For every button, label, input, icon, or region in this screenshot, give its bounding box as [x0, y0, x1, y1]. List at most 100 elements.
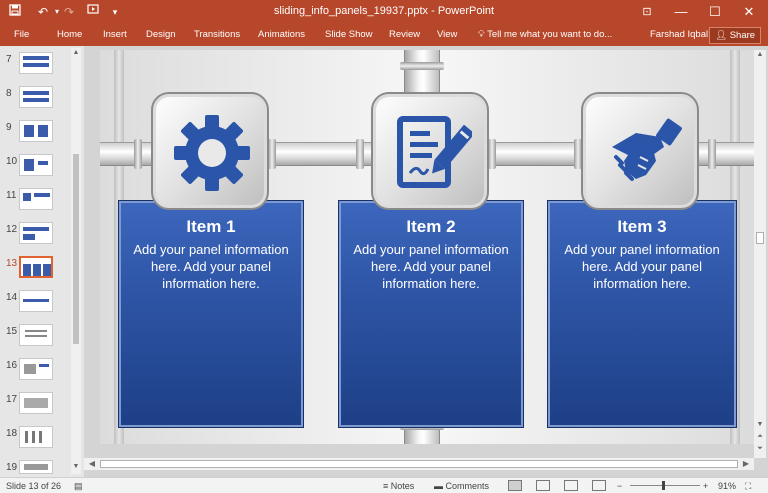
status-bar: Slide 13 of 26 ▤ ≡ Notes ▬ Comments − + …: [0, 477, 768, 493]
icon-box-1[interactable]: [151, 92, 269, 210]
thumbnail-number: 15: [6, 326, 18, 337]
zoom-slider[interactable]: [630, 485, 700, 486]
thumbnail-image: [19, 188, 53, 210]
tab-file[interactable]: File: [14, 29, 29, 40]
tab-animations[interactable]: Animations: [258, 29, 305, 40]
fit-slide-icon[interactable]: ⛶: [745, 481, 751, 492]
comments-label: Comments: [445, 481, 490, 491]
zoom-out-icon[interactable]: −: [617, 481, 622, 491]
thumbnail-slide-11[interactable]: 11: [0, 188, 70, 216]
scroll-down-icon[interactable]: ▼: [754, 420, 766, 430]
tab-design[interactable]: Design: [146, 29, 176, 40]
thumbnail-slide-10[interactable]: 10: [0, 154, 70, 182]
slide-editor-area: Item 1 Add your panel information here. …: [84, 46, 768, 477]
thumbnail-image: [19, 460, 53, 474]
ribbon-tabs: File Home Insert Design Transitions Anim…: [0, 24, 768, 46]
slide-vertical-scrollbar[interactable]: ▲ ▼ ⏶ ⏷: [754, 50, 766, 458]
thumbnail-number: 19: [6, 462, 18, 473]
maximize-icon[interactable]: ☐: [698, 0, 732, 24]
panel-text: Add your panel information here. Add you…: [564, 242, 720, 291]
panel-text: Add your panel information here. Add you…: [353, 242, 509, 291]
comments-button[interactable]: ▬ Comments: [434, 481, 489, 491]
thumbnail-image: [19, 392, 53, 414]
thumbnail-image: [19, 120, 53, 142]
tab-review[interactable]: Review: [389, 29, 420, 40]
reading-view-icon[interactable]: [564, 480, 578, 491]
tell-me-box[interactable]: 💡︎ Tell me what you want to do...: [478, 29, 612, 40]
thumbnail-slide-14[interactable]: 14: [0, 290, 70, 318]
title-bar: ↶ ▾ ↷ ▾ sliding_info_panels_19937.pptx -…: [0, 0, 768, 24]
user-name[interactable]: Farshad Iqbal: [650, 29, 708, 40]
thumbnail-scrollbar[interactable]: ▲ ▼: [71, 48, 81, 474]
thumbnail-slide-15[interactable]: 15: [0, 324, 70, 352]
thumbnail-slide-7[interactable]: 7: [0, 52, 70, 80]
scroll-down-icon[interactable]: ▼: [71, 462, 81, 472]
tab-insert[interactable]: Insert: [103, 29, 127, 40]
next-slide-icon[interactable]: ⏷: [754, 444, 766, 454]
slide-canvas[interactable]: Item 1 Add your panel information here. …: [100, 50, 754, 444]
close-icon[interactable]: ✕: [732, 0, 766, 24]
thumbnail-number: 11: [6, 190, 17, 201]
notes-label: Notes: [390, 481, 415, 491]
thumbnail-number: 10: [6, 156, 18, 167]
minimize-icon[interactable]: —: [664, 0, 698, 24]
thumbnail-slide-12[interactable]: 12: [0, 222, 70, 250]
thumbnail-number: 8: [6, 88, 12, 99]
thumbnail-number: 14: [6, 292, 18, 303]
slide-show-view-icon[interactable]: [592, 480, 606, 491]
normal-view-icon[interactable]: [508, 480, 522, 491]
previous-slide-icon[interactable]: ⏶: [754, 432, 766, 442]
slide-scroll-thumb[interactable]: [756, 232, 764, 244]
thumbnail-number: 16: [6, 360, 18, 371]
thumbnail-image: [19, 324, 53, 346]
thumbnail-slide-18[interactable]: 18: [0, 426, 70, 454]
pipe-joint: [356, 139, 364, 169]
pipe-joint: [400, 62, 444, 70]
horizontal-scroll-thumb[interactable]: [100, 460, 738, 468]
slide-counter[interactable]: Slide 13 of 26: [6, 481, 61, 491]
thumbnail-image: [19, 426, 53, 448]
scroll-left-icon[interactable]: ◀: [86, 458, 98, 470]
zoom-slider-thumb[interactable]: [662, 481, 665, 490]
scroll-up-icon[interactable]: ▲: [754, 50, 766, 60]
zoom-level[interactable]: 91%: [718, 481, 736, 491]
ribbon-display-options-icon[interactable]: ⊡: [630, 0, 664, 24]
pipe-joint: [134, 139, 142, 169]
info-panel-2[interactable]: Item 2 Add your panel information here. …: [338, 200, 524, 428]
tab-slide-show[interactable]: Slide Show: [325, 29, 373, 40]
thumbnail-image: [19, 290, 53, 312]
thumbnail-slide-16[interactable]: 16: [0, 358, 70, 386]
thumbnail-slide-17[interactable]: 17: [0, 392, 70, 420]
scroll-up-icon[interactable]: ▲: [71, 48, 81, 58]
document-edit-icon: [397, 116, 472, 188]
panel-title: Item 3: [617, 217, 667, 236]
scroll-right-icon[interactable]: ▶: [740, 458, 752, 470]
gear-icon: [174, 115, 250, 191]
share-button[interactable]: 👤︎ Share: [709, 27, 762, 44]
thumbnail-slide-8[interactable]: 8: [0, 86, 70, 114]
thumbnail-image: [19, 52, 53, 74]
tab-home[interactable]: Home: [57, 29, 82, 40]
icon-box-3[interactable]: [581, 92, 699, 210]
tab-view[interactable]: View: [437, 29, 457, 40]
info-panel-1[interactable]: Item 1 Add your panel information here. …: [118, 200, 304, 428]
thumbnail-slide-13[interactable]: 13: [0, 256, 70, 284]
thumbnail-number: 9: [6, 122, 12, 133]
slide-horizontal-scrollbar[interactable]: ◀ ▶: [84, 458, 754, 470]
info-panel-3[interactable]: Item 3 Add your panel information here. …: [547, 200, 737, 428]
slide-sorter-view-icon[interactable]: [536, 480, 550, 491]
thumbnail-slide-9[interactable]: 9: [0, 120, 70, 148]
tell-me-text: Tell me what you want to do...: [487, 29, 613, 40]
thumbnail-scroll-thumb[interactable]: [73, 154, 79, 344]
zoom-in-icon[interactable]: +: [703, 481, 708, 491]
pipe-joint: [488, 139, 496, 169]
notes-button[interactable]: ≡ Notes: [383, 481, 414, 491]
panel-title: Item 2: [406, 217, 456, 236]
tab-transitions[interactable]: Transitions: [194, 29, 240, 40]
thumbnail-image: [19, 154, 53, 176]
icon-box-2[interactable]: [371, 92, 489, 210]
handshake-icon: [612, 118, 682, 181]
spell-check-icon[interactable]: ▤: [74, 481, 83, 492]
thumbnail-image: [19, 256, 53, 278]
panel-text: Add your panel information here. Add you…: [133, 242, 289, 291]
